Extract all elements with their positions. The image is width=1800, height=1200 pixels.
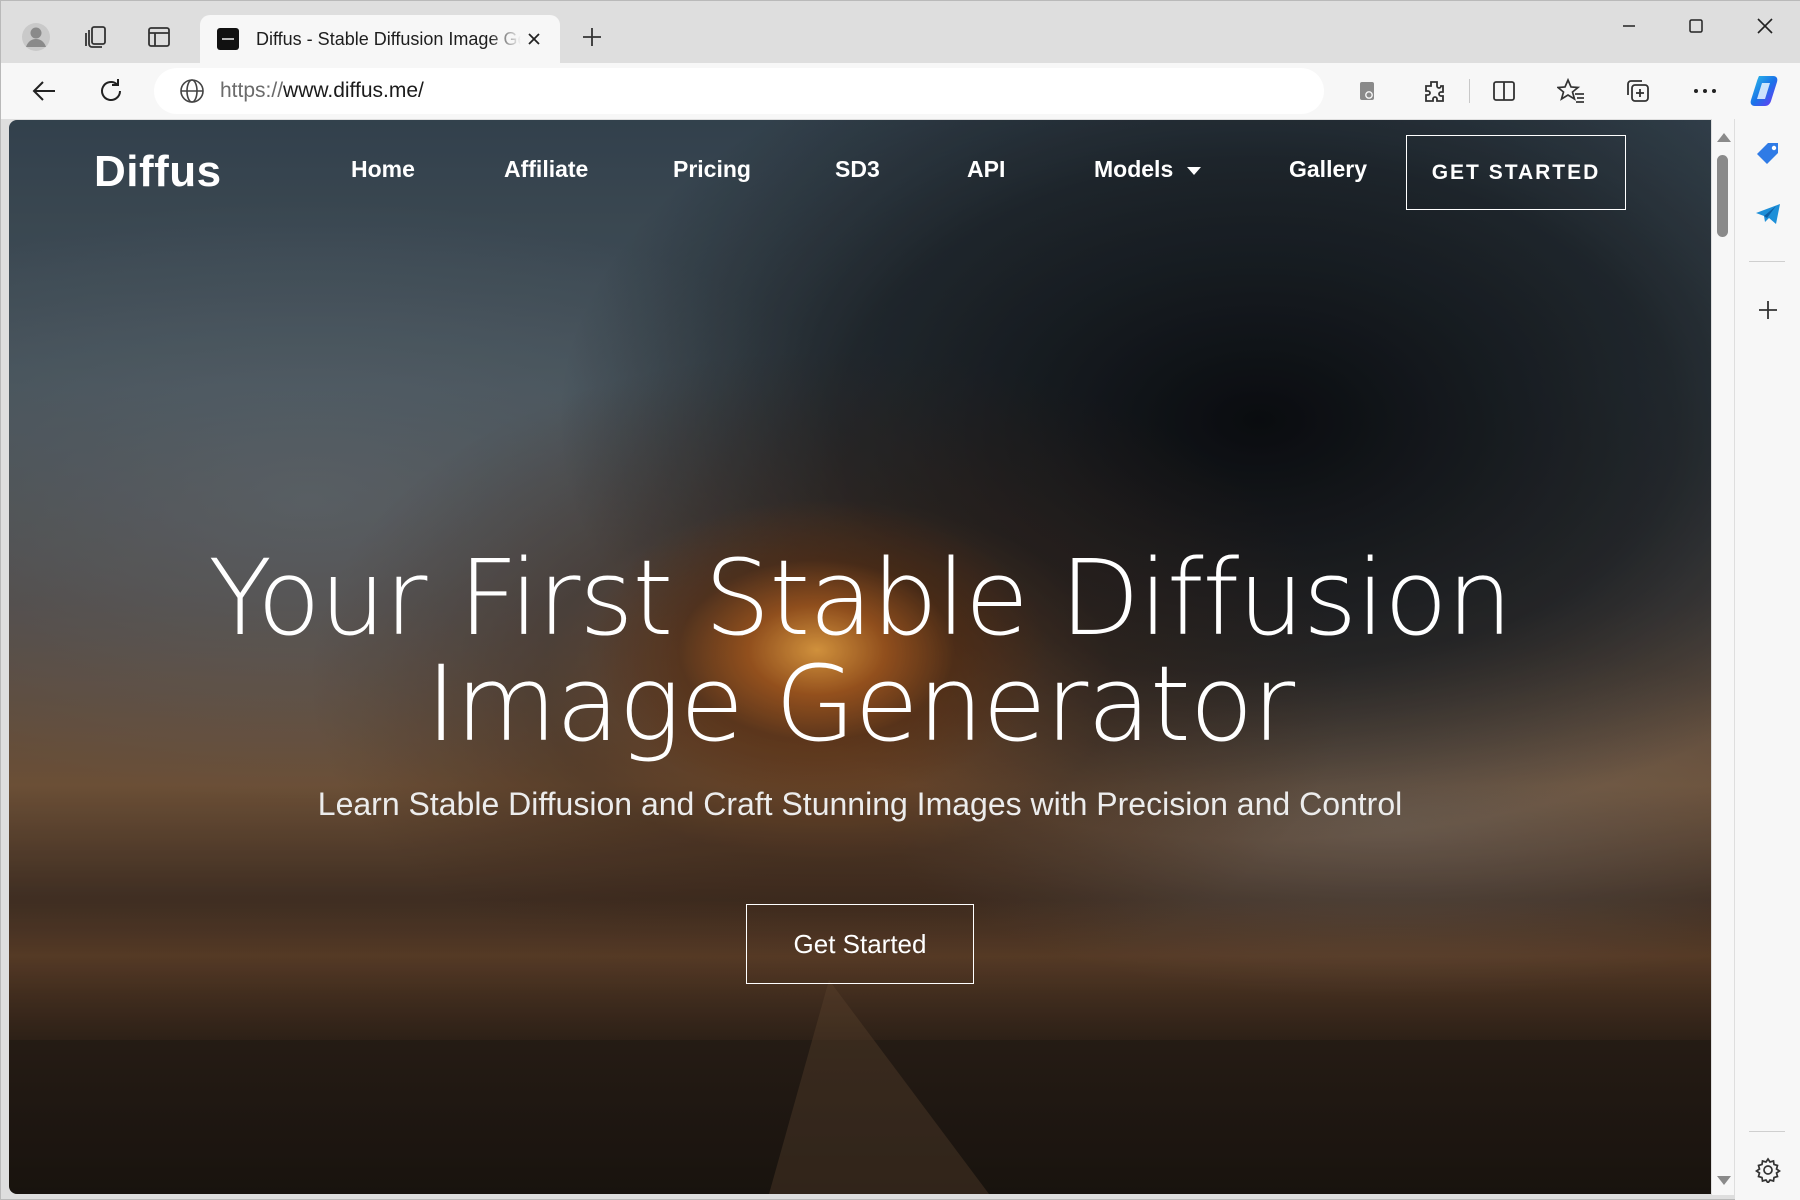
- sidebar-separator: [1749, 261, 1785, 262]
- address-bar[interactable]: https://www.diffus.me/: [154, 68, 1324, 114]
- url-scheme: https://: [220, 79, 284, 102]
- nav-models-label: Models: [1094, 156, 1174, 182]
- minimize-icon[interactable]: [1601, 9, 1657, 43]
- nav-api[interactable]: API: [967, 156, 1005, 183]
- profile-icon[interactable]: [19, 20, 53, 54]
- nav-get-started-button[interactable]: GET STARTED: [1406, 135, 1626, 210]
- add-icon[interactable]: [1747, 289, 1789, 331]
- edge-sidebar: [1735, 119, 1800, 1200]
- scroll-thumb[interactable]: [1717, 155, 1728, 237]
- caret-down-icon: [1187, 166, 1202, 175]
- url-host: www.diffus.me/: [283, 79, 424, 102]
- close-icon[interactable]: [522, 27, 546, 51]
- page-scrollbar[interactable]: [1712, 119, 1734, 1195]
- shopping-tag-icon[interactable]: [1747, 133, 1789, 175]
- url-text[interactable]: https://www.diffus.me/: [220, 79, 424, 103]
- diffus-favicon: [217, 28, 239, 50]
- new-tab-icon[interactable]: [575, 20, 609, 54]
- workspaces-icon[interactable]: [79, 20, 113, 54]
- copilot-icon[interactable]: [1747, 72, 1785, 110]
- reader-icon[interactable]: [1348, 72, 1386, 110]
- active-tab[interactable]: Diffus - Stable Diffusion Image Generato…: [200, 15, 560, 63]
- vertical-tabs-icon[interactable]: [142, 20, 176, 54]
- hero-subtitle: Learn Stable Diffusion and Craft Stunnin…: [317, 786, 1403, 822]
- page-viewport: Diffus Home Affiliate Pricing SD3 API Mo…: [9, 120, 1711, 1194]
- sidebar-separator-bottom: [1749, 1131, 1785, 1132]
- nav-models[interactable]: Models: [1094, 156, 1202, 183]
- browser-window: Diffus - Stable Diffusion Image Generato…: [0, 0, 1800, 1200]
- browser-toolbar: https://www.diffus.me/: [1, 63, 1800, 119]
- hero-title-line-2: Image Generator: [425, 643, 1295, 765]
- window-close-icon[interactable]: [1737, 9, 1793, 43]
- collections-icon[interactable]: [1619, 72, 1657, 110]
- nav-pricing[interactable]: Pricing: [673, 156, 751, 183]
- site-logo[interactable]: Diffus: [94, 147, 222, 197]
- scroll-up-arrow-icon[interactable]: [1717, 133, 1731, 142]
- scroll-down-arrow-icon[interactable]: [1717, 1176, 1731, 1185]
- hero-get-started-button[interactable]: Get Started: [746, 904, 974, 984]
- nav-affiliate[interactable]: Affiliate: [504, 156, 588, 183]
- hero-title-line-1: Your First Stable Diffusion: [208, 537, 1512, 659]
- hero-title: Your First Stable Diffusion Image Genera…: [9, 545, 1711, 757]
- back-icon[interactable]: [25, 72, 63, 110]
- globe-icon[interactable]: [178, 77, 206, 105]
- extensions-icon[interactable]: [1415, 72, 1453, 110]
- split-screen-icon[interactable]: [1485, 72, 1523, 110]
- favorites-icon[interactable]: [1552, 72, 1590, 110]
- nav-sd3[interactable]: SD3: [835, 156, 880, 183]
- tab-title: Diffus - Stable Diffusion Image Generato…: [256, 28, 521, 49]
- telegram-icon[interactable]: [1747, 193, 1789, 235]
- refresh-icon[interactable]: [92, 72, 130, 110]
- tab-strip: Diffus - Stable Diffusion Image Generato…: [1, 1, 1800, 63]
- maximize-icon[interactable]: [1668, 9, 1724, 43]
- more-icon[interactable]: [1686, 72, 1724, 110]
- nav-home[interactable]: Home: [351, 156, 415, 183]
- nav-gallery[interactable]: Gallery: [1289, 156, 1367, 183]
- settings-icon[interactable]: [1747, 1149, 1789, 1191]
- toolbar-divider: [1469, 79, 1470, 103]
